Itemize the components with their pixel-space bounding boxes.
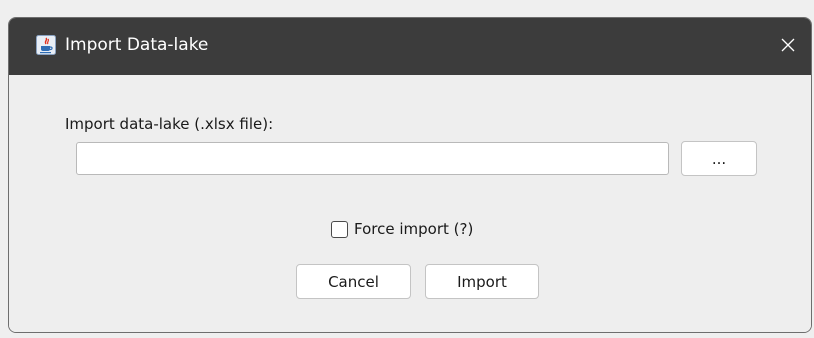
browse-button[interactable]: ...	[681, 141, 757, 176]
force-import-option[interactable]: Force import (?)	[331, 219, 473, 239]
dialog-title: Import Data-lake	[65, 35, 209, 55]
force-import-checkbox[interactable]	[331, 220, 348, 238]
file-path-input[interactable]	[76, 142, 669, 175]
dialog-content: Import data-lake (.xlsx file): ... Force…	[9, 75, 811, 332]
close-button[interactable]	[765, 18, 811, 75]
import-data-lake-dialog: Import Data-lake Import data-lake (.xlsx…	[8, 17, 812, 333]
cancel-button[interactable]: Cancel	[296, 264, 411, 299]
close-icon	[780, 37, 796, 57]
title-bar[interactable]: Import Data-lake	[9, 18, 811, 75]
file-field-label: Import data-lake (.xlsx file):	[65, 115, 274, 133]
force-import-label[interactable]: Force import (?)	[354, 220, 473, 238]
import-button[interactable]: Import	[425, 264, 539, 299]
java-icon	[36, 35, 56, 55]
